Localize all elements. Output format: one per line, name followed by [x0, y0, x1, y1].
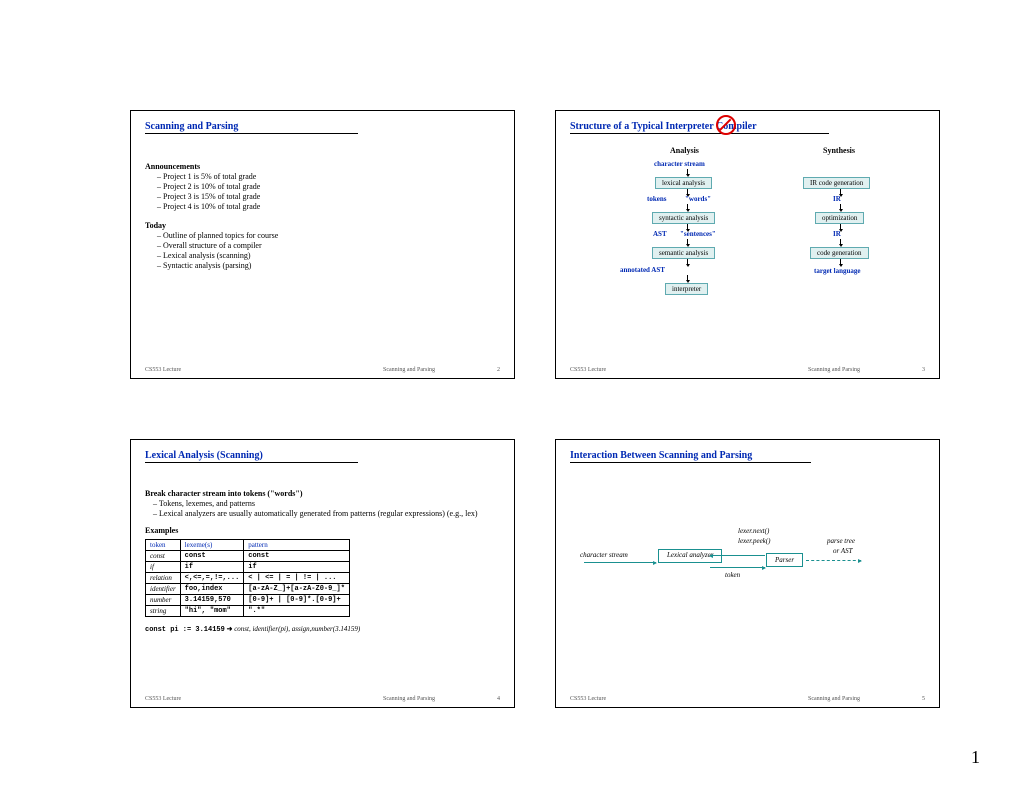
title-text: Lexical Analysis (Scanning) [145, 450, 358, 463]
title-text: Structure of a Typical Interpreter Compi… [570, 121, 829, 134]
arrow-icon [710, 567, 765, 568]
bullet: Tokens, lexemes, and patterns [145, 499, 500, 508]
label-ir: IR [833, 195, 841, 203]
box-codegen: code generation [810, 247, 869, 259]
example-result: const, identifier(pi), assign,number(3.1… [234, 625, 360, 633]
arrow-icon [687, 204, 688, 210]
arrow-icon [687, 239, 688, 245]
ann-item: Project 1 is 5% of total grade [145, 172, 500, 181]
today-item: Overall structure of a compiler [145, 241, 500, 250]
footer-left: CS553 Lecture [145, 367, 321, 373]
footer-num: 3 [922, 367, 925, 373]
slide-title: Lexical Analysis (Scanning) [145, 450, 500, 463]
slide-footer: CS553 Lecture Scanning and Parsing 4 [145, 696, 500, 702]
ann-item: Project 2 is 10% of total grade [145, 182, 500, 191]
label-target: target language [814, 267, 860, 275]
slide-footer: CS553 Lecture Scanning and Parsing 3 [570, 367, 925, 373]
example-code: const pi := 3.14159 [145, 626, 225, 634]
th-pattern: pattern [244, 540, 350, 551]
slide-2: Structure of a Typical Interpreter Compi… [555, 110, 940, 379]
label-tokens: tokens [647, 195, 666, 203]
ann-item: Project 3 is 15% of total grade [145, 192, 500, 201]
label-parsetree: parse tree [827, 537, 855, 545]
arrow-icon [806, 560, 861, 561]
th-token: token [146, 540, 181, 551]
label-orast: or AST [833, 547, 853, 555]
label-charstream: character stream [654, 160, 705, 168]
today-item: Outline of planned topics for course [145, 231, 500, 240]
title-text: Interaction Between Scanning and Parsing [570, 450, 811, 463]
slide-1: Scanning and Parsing Announcements Proje… [130, 110, 515, 379]
compiler-diagram: Analysis Synthesis character stream lexi… [570, 140, 925, 340]
label-annot: annotated AST [620, 266, 665, 274]
arrow-icon [687, 169, 688, 175]
footer-left: CS553 Lecture [570, 367, 746, 373]
label-ast: AST [653, 230, 667, 238]
slide-footer: CS553 Lecture Scanning and Parsing 2 [145, 367, 500, 373]
footer-left: CS553 Lecture [145, 696, 321, 702]
box-parser: Parser [766, 553, 803, 567]
arrow-icon [584, 562, 656, 563]
arrow-icon [687, 275, 688, 281]
slide-3: Lexical Analysis (Scanning) Break charac… [130, 439, 515, 708]
slide-title: Scanning and Parsing [145, 121, 500, 134]
box-lex: lexical analysis [655, 177, 712, 189]
label-next: lexer.next() [738, 527, 769, 535]
arrow-icon [710, 555, 765, 556]
slide-title: Interaction Between Scanning and Parsing [570, 450, 925, 463]
no-icon [716, 115, 736, 135]
footer-mid: Scanning and Parsing [321, 367, 497, 373]
today-item: Syntactic analysis (parsing) [145, 261, 500, 270]
examples-head: Examples [145, 526, 500, 535]
break-head: Break character stream into tokens ("wor… [145, 489, 500, 498]
arrow-icon [687, 259, 688, 265]
today-item: Lexical analysis (scanning) [145, 251, 500, 260]
slide-4: Interaction Between Scanning and Parsing… [555, 439, 940, 708]
footer-left: CS553 Lecture [570, 696, 746, 702]
analysis-head: Analysis [670, 146, 699, 155]
synthesis-head: Synthesis [823, 146, 855, 155]
token-table: token lexeme(s) pattern constconstconst … [145, 539, 350, 617]
announcements-head: Announcements [145, 162, 500, 171]
interaction-diagram: character stream Lexical analyzer lexer.… [570, 509, 925, 629]
arrow-icon [840, 204, 841, 210]
arrow-icon: ➜ [227, 625, 233, 633]
label-charstream: character stream [580, 551, 628, 559]
footer-num: 5 [922, 696, 925, 702]
slide-title: Structure of a Typical Interpreter Compi… [570, 121, 925, 134]
title-text: Scanning and Parsing [145, 121, 358, 134]
today-head: Today [145, 221, 500, 230]
box-syn: syntactic analysis [652, 212, 715, 224]
example-line: const pi := 3.14159 ➜ const, identifier(… [145, 625, 500, 634]
box-irgen: IR code generation [803, 177, 870, 189]
bullet: Lexical analyzers are usually automatica… [145, 509, 500, 518]
footer-mid: Scanning and Parsing [746, 367, 922, 373]
label-sent: "sentences" [680, 230, 716, 238]
ann-item: Project 4 is 10% of total grade [145, 202, 500, 211]
page-number: 1 [971, 747, 980, 768]
slide-footer: CS553 Lecture Scanning and Parsing 5 [570, 696, 925, 702]
arrow-icon [840, 239, 841, 245]
label-ir2: IR [833, 230, 841, 238]
box-interp: interpreter [665, 283, 708, 295]
label-token: token [725, 571, 740, 579]
box-opt: optimization [815, 212, 864, 224]
box-sem: semantic analysis [652, 247, 715, 259]
th-lexeme: lexeme(s) [180, 540, 244, 551]
footer-num: 2 [497, 367, 500, 373]
footer-num: 4 [497, 696, 500, 702]
label-words: "words" [685, 195, 711, 203]
footer-mid: Scanning and Parsing [321, 696, 497, 702]
arrow-icon [840, 259, 841, 265]
label-peek: lexer.peek() [738, 537, 770, 545]
footer-mid: Scanning and Parsing [746, 696, 922, 702]
